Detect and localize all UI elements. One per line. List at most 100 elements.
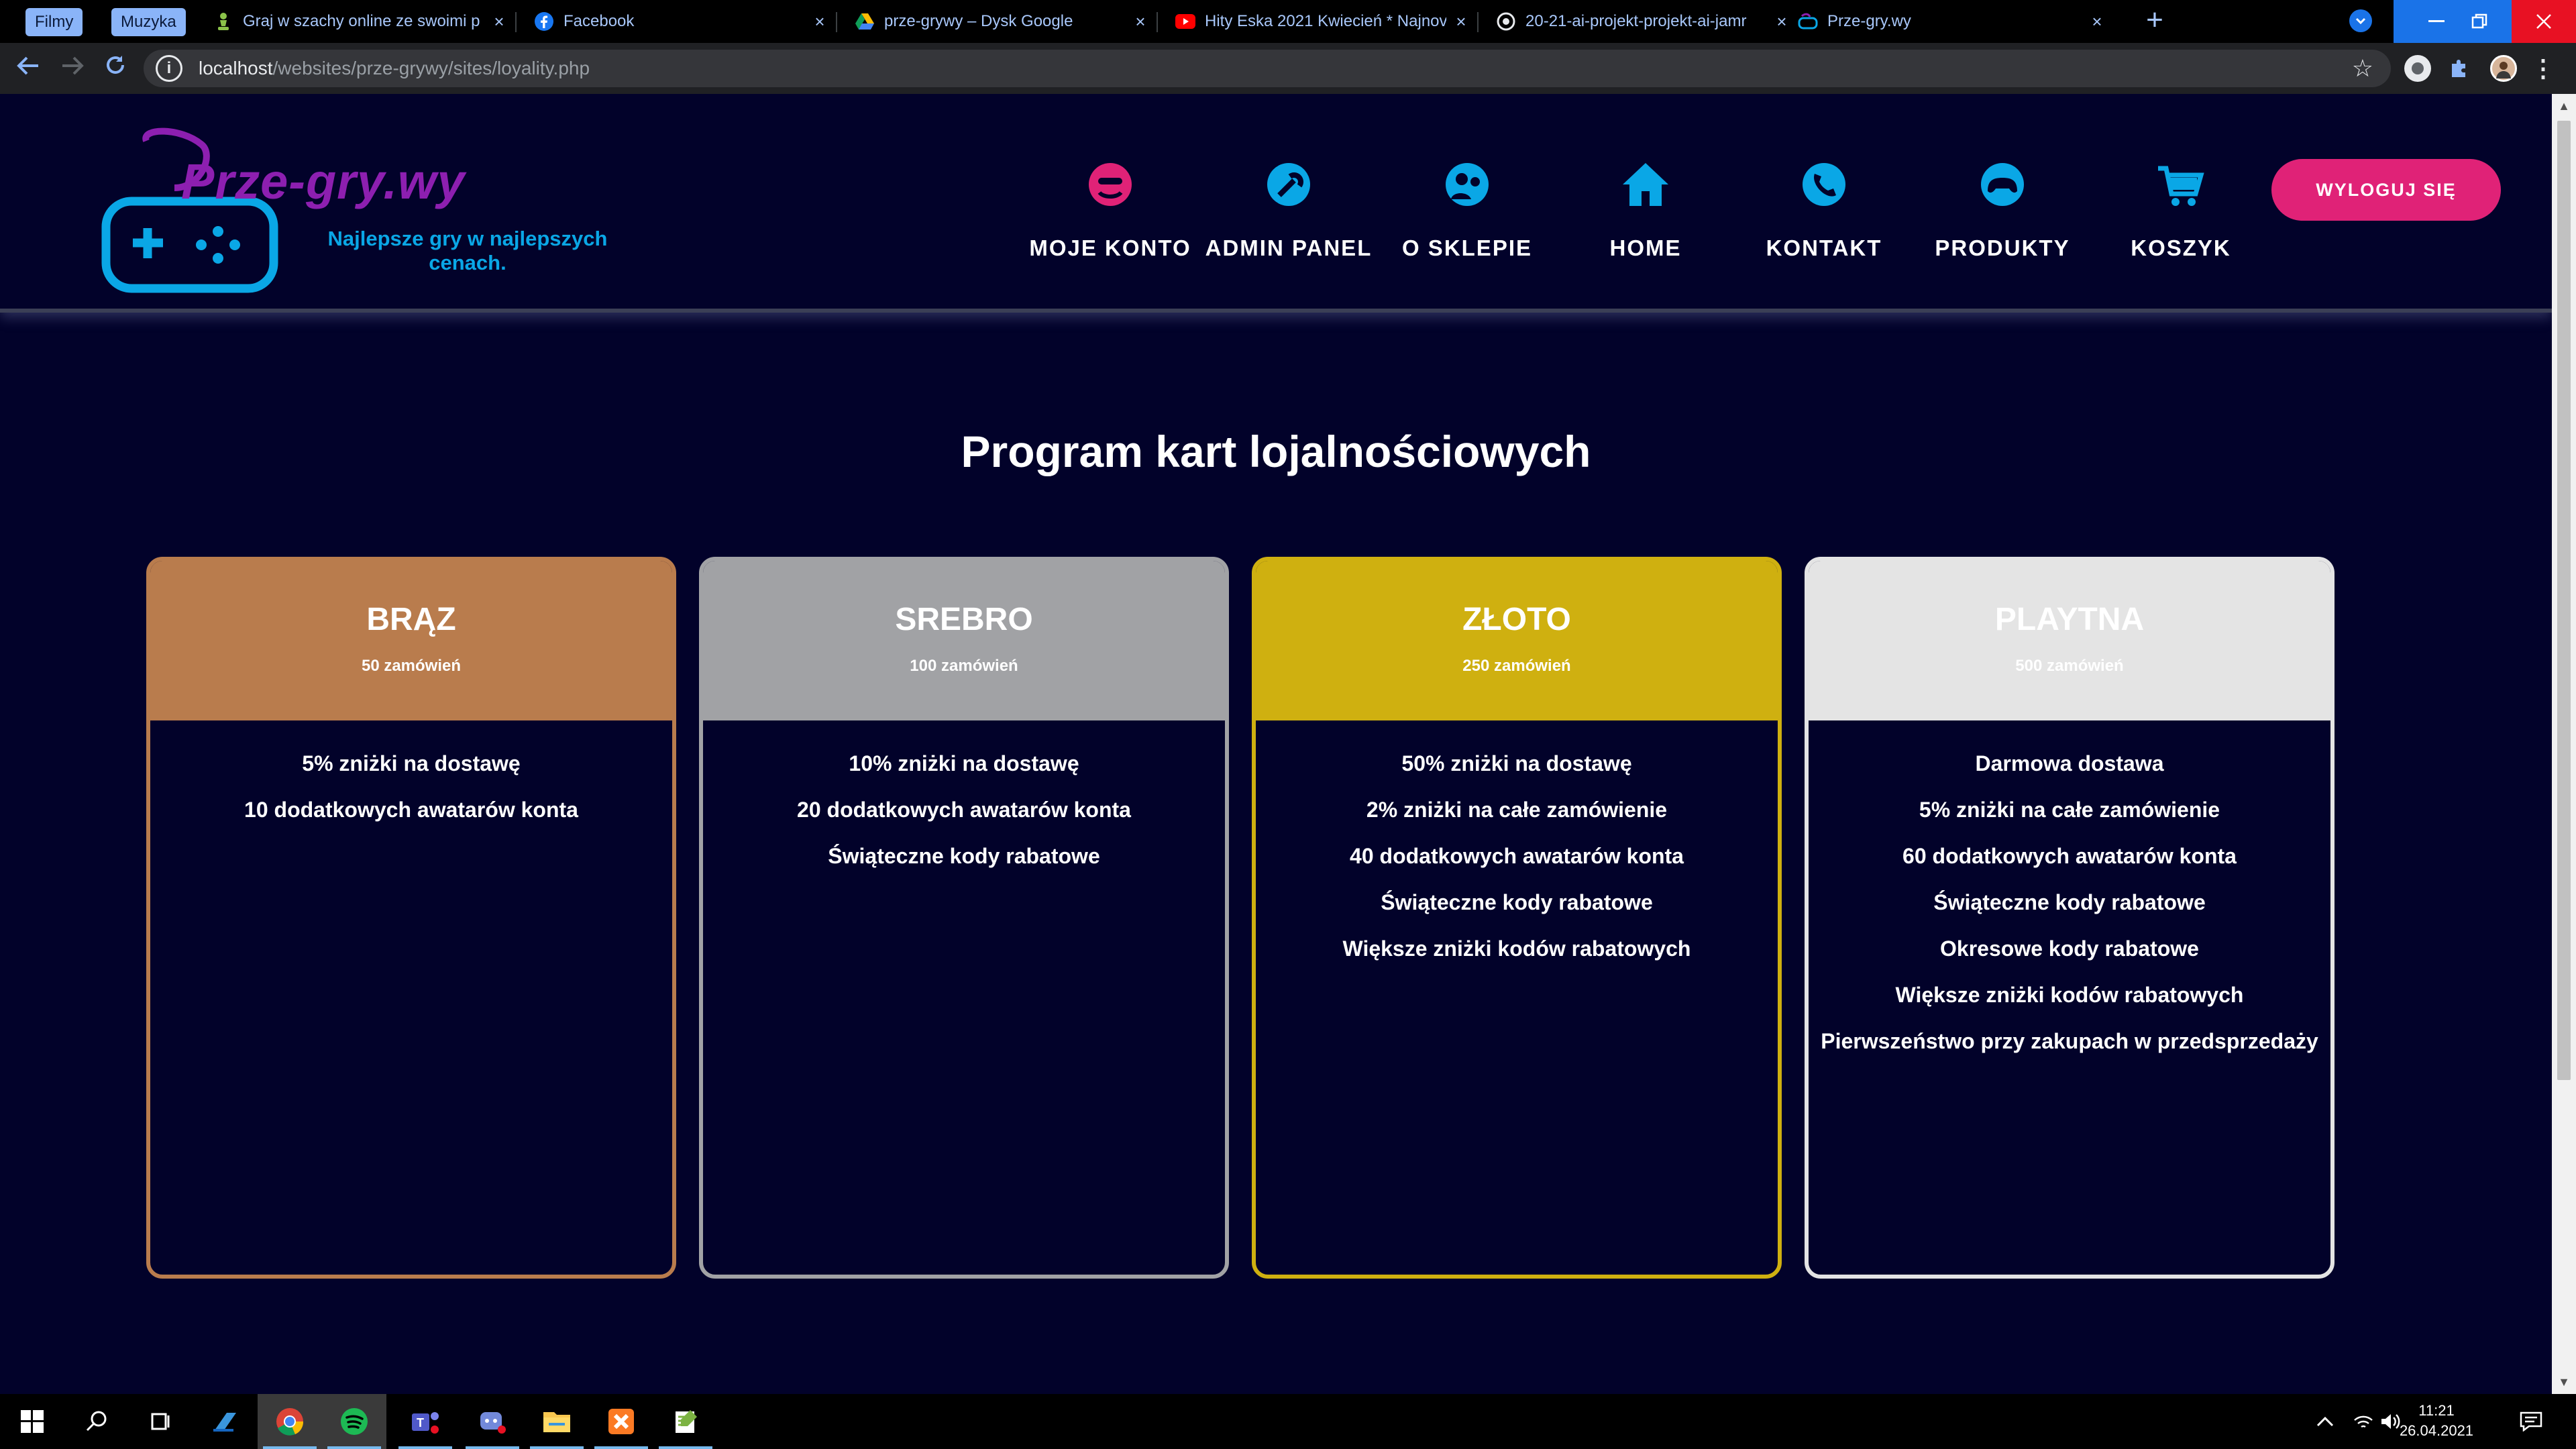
active-indicator <box>398 1446 452 1449</box>
card-order-threshold: 100 zamówień <box>910 657 1018 675</box>
tab-title: Prze-gry.wy <box>1827 12 1911 30</box>
active-indicator <box>659 1446 712 1449</box>
bookmark-filmy[interactable]: Filmy <box>25 8 83 36</box>
chrome-icon[interactable] <box>258 1394 322 1449</box>
close-icon[interactable]: × <box>2088 12 2106 31</box>
logout-button[interactable]: WYLOGUJ SIĘ <box>2271 159 2501 221</box>
logo-title: Prze-gry.wy <box>181 154 466 209</box>
google-drive-icon <box>855 11 875 32</box>
windows-taskbar: T 11:21 26.04.2021 <box>0 1394 2576 1449</box>
tab-title: 20-21-ai-projekt-projekt-ai-jamr <box>1525 12 1747 30</box>
svg-text:T: T <box>417 1416 424 1430</box>
file-manager-icon[interactable] <box>193 1394 258 1449</box>
tab-separator <box>1477 12 1479 32</box>
tab-title: Hity Eska 2021 Kwiecień * Najnov <box>1205 12 1446 30</box>
card-header: PLAYTNA 500 zamówień <box>1809 561 2330 720</box>
search-icon[interactable] <box>64 1394 129 1449</box>
card-tier-name: SREBRO <box>895 602 1033 637</box>
site-info-icon[interactable]: i <box>156 55 182 82</box>
gamepad-logo-icon <box>101 127 278 293</box>
nav-kontakt[interactable]: KONTAKT <box>1740 158 1908 265</box>
address-bar[interactable]: i localhost/websites/prze-grywy/sites/lo… <box>144 50 2391 87</box>
nav-label: PRODUKTY <box>1935 235 2070 260</box>
home-icon <box>1623 163 1668 206</box>
browser-tab-facebook[interactable]: Facebook × <box>534 0 829 43</box>
close-icon[interactable]: × <box>810 12 829 31</box>
people-icon <box>1446 163 1489 206</box>
scroll-down-icon[interactable]: ▼ <box>2552 1370 2576 1394</box>
new-tab-button[interactable]: + <box>2140 5 2169 36</box>
browser-tab-github[interactable]: 20-21-ai-projekt-projekt-ai-jamr × <box>1496 0 1791 43</box>
card-header: BRĄZ 50 zamówień <box>150 561 672 720</box>
back-arrow-icon[interactable] <box>12 52 44 85</box>
wifi-icon[interactable] <box>2353 1394 2373 1449</box>
show-hidden-icons-icon[interactable] <box>2316 1394 2334 1449</box>
close-icon[interactable]: × <box>1131 12 1150 31</box>
screen: Filmy Muzyka Graj w szachy online ze swo… <box>0 0 2576 1449</box>
close-icon[interactable]: × <box>1772 12 1791 31</box>
site-logo[interactable]: Prze-gry.wy Najlepsze gry w najlepszych … <box>101 114 610 315</box>
tab-separator <box>515 12 517 32</box>
card-perk: Świąteczne kody rabatowe <box>828 844 1100 868</box>
url-path: /websites/prze-grywy/sites/loyality.php <box>272 58 590 78</box>
chess-pawn-icon <box>213 11 233 32</box>
file-explorer-icon[interactable] <box>525 1394 589 1449</box>
close-window-button[interactable] <box>2512 0 2576 43</box>
discord-icon[interactable] <box>460 1394 525 1449</box>
notifications-icon[interactable] <box>2520 1394 2542 1449</box>
card-header: ZŁOTO 250 zamówień <box>1256 561 1778 720</box>
task-view-icon[interactable] <box>129 1394 193 1449</box>
nav-admin-panel[interactable]: ADMIN PANEL <box>1205 158 1373 265</box>
nav-home[interactable]: HOME <box>1562 158 1729 265</box>
reload-icon[interactable] <box>99 52 131 85</box>
restore-button[interactable] <box>2447 0 2512 43</box>
facebook-icon <box>534 11 554 32</box>
github-icon <box>1496 11 1516 32</box>
browser-tab-chess[interactable]: Graj w szachy online ze swoimi p × <box>213 0 508 43</box>
teams-icon[interactable]: T <box>393 1394 458 1449</box>
nav-o-sklepie[interactable]: O SKLEPIE <box>1383 158 1551 265</box>
profile-avatar[interactable] <box>2490 55 2517 82</box>
card-perk-list: 10% zniżki na dostawę 20 dodatkowych awat… <box>703 720 1225 879</box>
page-scrollbar[interactable]: ▲ ▼ <box>2552 94 2576 1394</box>
notepad-plus-icon[interactable] <box>653 1394 718 1449</box>
close-icon[interactable]: × <box>1452 12 1470 31</box>
bookmark-star-icon[interactable]: ☆ <box>2352 55 2373 82</box>
nav-produkty[interactable]: PRODUKTY <box>1919 158 2086 265</box>
browser-tab-przegrywy-active[interactable]: Prze-gry.wy × <box>1798 0 2106 43</box>
card-perk: 5% zniżki na całe zamówienie <box>1919 798 2220 822</box>
card-order-threshold: 250 zamówień <box>1462 657 1571 675</box>
card-perk: Okresowe kody rabatowe <box>1940 936 2199 961</box>
nav-moje-konto[interactable]: MOJE KONTO <box>1026 158 1194 265</box>
scrollbar-thumb[interactable] <box>2557 121 2571 1080</box>
card-tier-name: BRĄZ <box>366 602 456 637</box>
extension-circle-icon[interactable] <box>2404 55 2431 82</box>
forward-arrow-icon[interactable] <box>56 52 89 85</box>
site-header: Prze-gry.wy Najlepsze gry w najlepszych … <box>0 94 2552 313</box>
browser-menu-icon[interactable]: ⋮ <box>2531 55 2555 82</box>
tab-separator <box>836 12 837 32</box>
card-perk: Świąteczne kody rabatowe <box>1933 890 2206 914</box>
spotify-icon[interactable] <box>322 1394 386 1449</box>
extensions-puzzle-icon[interactable] <box>2446 55 2473 82</box>
scroll-up-icon[interactable]: ▲ <box>2552 94 2576 118</box>
active-indicator <box>530 1446 584 1449</box>
browser-toolbar: i localhost/websites/prze-grywy/sites/lo… <box>0 43 2576 94</box>
tab-separator <box>1157 12 1158 32</box>
tab-title: Graj w szachy online ze swoimi p <box>243 12 480 30</box>
xampp-icon[interactable] <box>589 1394 653 1449</box>
card-perk: 40 dodatkowych awatarów konta <box>1350 844 1684 868</box>
bookmark-muzyka[interactable]: Muzyka <box>111 8 186 36</box>
loyalty-card: BRĄZ 50 zamówień 5% zniżki na dostawę 10 do… <box>146 557 676 1279</box>
system-clock[interactable]: 11:21 26.04.2021 <box>2390 1401 2483 1441</box>
windows-start-icon[interactable] <box>0 1394 64 1449</box>
gamepad-icon <box>1798 11 1818 32</box>
logo-subtitle: Najlepsze gry w najlepszych cenach. <box>327 227 608 274</box>
browser-tab-youtube[interactable]: Hity Eska 2021 Kwiecień * Najnov × <box>1175 0 1470 43</box>
tab-search-icon[interactable] <box>2349 9 2372 32</box>
close-icon[interactable]: × <box>490 12 508 31</box>
nav-koszyk[interactable]: KOSZYK <box>2097 158 2265 265</box>
card-perk: Świąteczne kody rabatowe <box>1381 890 1653 914</box>
account-icon <box>1089 163 1132 206</box>
browser-tab-google-drive[interactable]: prze-grywy – Dysk Google × <box>855 0 1150 43</box>
